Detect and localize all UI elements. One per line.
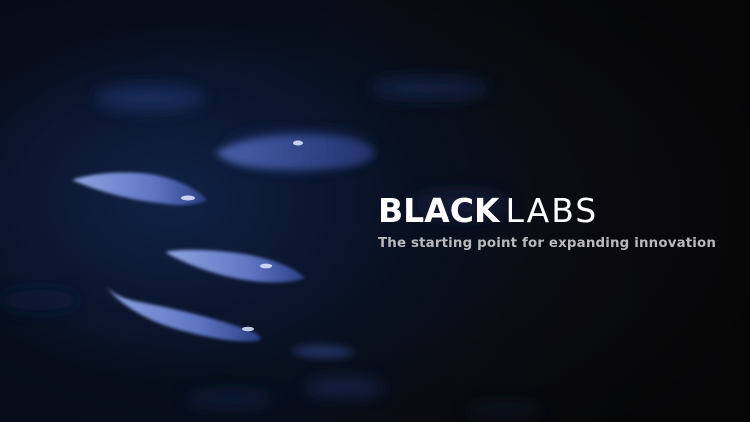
brand-logo[interactable]: BLACK LABS	[378, 190, 718, 228]
brand-name-light: LABS	[506, 191, 599, 228]
brand-name-bold: BLACK	[378, 191, 501, 228]
svg-text:BLACKLABS: BLACK LABS	[378, 191, 598, 228]
hero-section: BLACK LABS The starting point for expandi…	[0, 0, 750, 422]
blacklabs-wordmark: BLACK LABS	[378, 191, 598, 228]
hero-tagline: The starting point for expanding innovat…	[378, 236, 717, 251]
